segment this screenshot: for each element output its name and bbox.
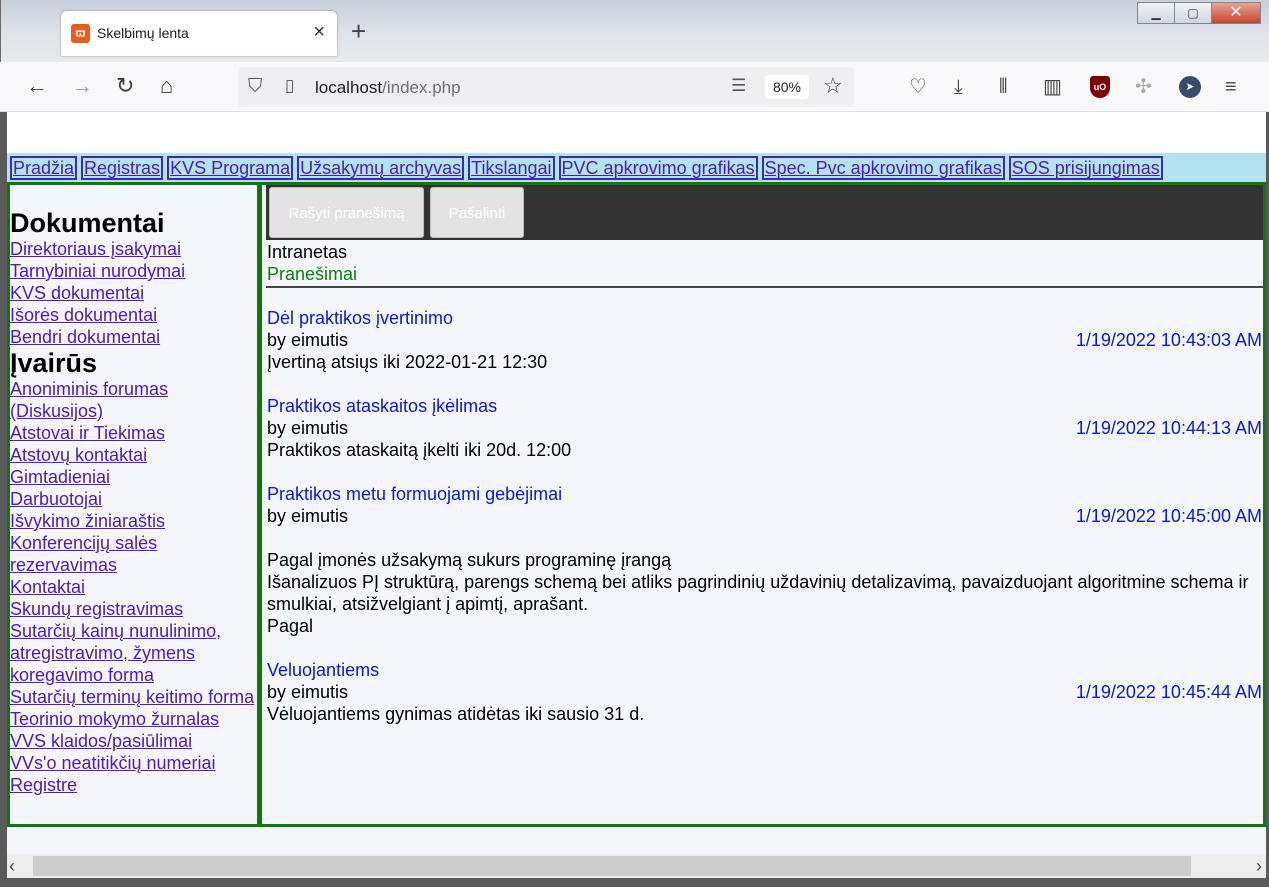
post-date: 1/19/2022 10:44:13 AM — [1075, 418, 1262, 438]
sidebar: Dokumentai Direktoriaus įsakymai Tarnybi… — [10, 185, 262, 824]
page-info-icon[interactable]: ▯ — [285, 76, 294, 96]
window-border — [0, 878, 1269, 887]
window-controls: ▁ ▢ ✕ — [1137, 2, 1261, 24]
sidebar-link-teorinio-mokymo-zurnalas[interactable]: Teorinio mokymo žurnalas — [10, 708, 257, 730]
post-title[interactable]: Praktikos metu formuojami gebėjimai — [267, 483, 1262, 505]
extension-puzzle-icon[interactable]: ✣ — [1135, 75, 1152, 99]
forward-icon[interactable]: → — [71, 74, 93, 98]
sidebar-toggle-icon[interactable]: ▥ — [1043, 75, 1062, 99]
sidebar-link-darbuotojai[interactable]: Darbuotojai — [10, 488, 257, 510]
sidebar-link-skundu-registravimas[interactable]: Skundų registravimas — [10, 598, 257, 620]
action-toolbar: Rašyti pranešimą Pašalinti — [266, 185, 1263, 240]
horizontal-scrollbar[interactable]: ‹ › — [7, 854, 1266, 878]
sidebar-link-anoniminis-forumas[interactable]: Anoniminis forumas (Diskusijos) — [10, 378, 257, 422]
post-date: 1/19/2022 10:45:44 AM — [1075, 682, 1262, 702]
breadcrumb-page: Pranešimai — [267, 264, 358, 284]
sidebar-link-kvs-dokumentai[interactable]: KVS dokumentai — [10, 282, 257, 304]
url-bar[interactable]: ⛉ ▯ localhost/index.php ☰ 80% ☆ — [238, 67, 854, 107]
sidebar-link-bendri-dokumentai[interactable]: Bendri dokumentai — [10, 326, 257, 348]
cursor-extension-icon[interactable]: ➤ — [1179, 76, 1201, 98]
sidebar-link-atstovai-ir-tiekimas[interactable]: Atstovai ir Tiekimas — [10, 422, 257, 444]
content-area: Rašyti pranešimą Pašalinti Intranetas Pr… — [266, 185, 1263, 824]
sidebar-link-sutarciu-terminu-forma[interactable]: Sutarčių terminų keitimo forma — [10, 686, 257, 708]
browser-navbar: ← → ↻ ⌂ ⛉ ▯ localhost/index.php ☰ 80% ☆ … — [0, 62, 1269, 112]
tracking-shield-icon[interactable]: ⛉ — [248, 76, 262, 98]
reader-view-icon[interactable]: ☰ — [731, 76, 746, 96]
sidebar-link-isvykimo-ziniarastis[interactable]: Išvykimo žiniaraštis — [10, 510, 257, 532]
sidebar-link-registre[interactable]: Registre — [10, 774, 257, 796]
post-item: Praktikos ataskaitos įkėlimas by eimutis… — [267, 395, 1262, 461]
xampp-favicon-icon: ϖ — [71, 24, 90, 43]
sidebar-link-gimtadieniai[interactable]: Gimtadieniai — [10, 466, 257, 488]
new-tab-icon[interactable]: + — [351, 18, 366, 44]
sidebar-link-vvs-neatitikciu-numeriai[interactable]: VVs'o neatitikčių numeriai — [10, 752, 257, 774]
main-frame: Dokumentai Direktoriaus įsakymai Tarnybi… — [7, 182, 1266, 827]
downloads-icon[interactable]: ⤓ — [954, 75, 963, 99]
page-viewport: Pradžia Registras KVS Programa Užsakymų arc… — [7, 112, 1266, 854]
nav-spec-pvc-apkrovimo-grafikas[interactable]: Spec. Pvc apkrovimo grafikas — [761, 156, 1005, 180]
nav-pvc-apkrovimo-grafikas[interactable]: PVC apkrovimo grafikas — [558, 156, 758, 180]
post-title[interactable]: Praktikos ataskaitos įkėlimas — [267, 395, 1262, 417]
close-tab-icon[interactable]: × — [313, 21, 325, 43]
browser-tab[interactable]: ϖ Skelbimų lenta × — [61, 11, 337, 56]
write-message-button[interactable]: Rašyti pranešimą — [269, 187, 424, 238]
home-icon[interactable]: ⌂ — [160, 74, 173, 98]
breadcrumb: Intranetas Pranešimai — [266, 240, 1263, 288]
minimize-icon[interactable]: ▁ — [1137, 2, 1175, 24]
url-text[interactable]: localhost/index.php — [315, 78, 461, 98]
nav-registras[interactable]: Registras — [81, 156, 164, 180]
nav-tikslangai[interactable]: Tikslangai — [468, 156, 555, 180]
post-date: 1/19/2022 10:45:00 AM — [1075, 506, 1262, 526]
zoom-level[interactable]: 80% — [765, 75, 809, 99]
nav-kvs-programa[interactable]: KVS Programa — [167, 156, 294, 180]
post-title[interactable]: Dėl praktikos įvertinimo — [267, 307, 1262, 329]
menu-hamburger-icon[interactable]: ≡ — [1225, 75, 1237, 99]
sidebar-link-isores-dokumentai[interactable]: Išorės dokumentai — [10, 304, 257, 326]
post-item: Praktikos metu formuojami gebėjimai by e… — [267, 483, 1262, 637]
ublock-origin-icon[interactable]: uO — [1090, 76, 1110, 98]
nav-pradzia[interactable]: Pradžia — [10, 156, 78, 180]
sidebar-link-vvs-klaidos[interactable]: VVS klaidos/pasiūlimai — [10, 730, 257, 752]
maximize-icon[interactable]: ▢ — [1174, 2, 1212, 24]
post-item: Dėl praktikos įvertinimo by eimutis 1/19… — [267, 307, 1262, 373]
scroll-left-icon[interactable]: ‹ — [9, 856, 15, 876]
library-icon[interactable]: ⫴ — [999, 75, 1007, 99]
page-header — [7, 112, 1266, 153]
scroll-right-icon[interactable]: › — [1256, 856, 1262, 876]
back-icon[interactable]: ← — [26, 74, 48, 98]
nav-sos-prisijungimas[interactable]: SOS prisijungimas — [1008, 156, 1163, 180]
sidebar-link-tarnybiniai-nurodymai[interactable]: Tarnybiniai nurodymai — [10, 260, 257, 282]
sidebar-heading-ivairus: Įvairūs — [10, 348, 98, 378]
top-navigation: Pradžia Registras KVS Programa Užsakymų arc… — [7, 153, 1266, 182]
browser-titlebar: ϖ Skelbimų lenta × + ▁ ▢ ✕ — [0, 0, 1269, 62]
bookmark-star-icon[interactable]: ☆ — [823, 73, 843, 99]
sidebar-heading-dokumentai: Dokumentai — [10, 208, 165, 238]
pocket-icon[interactable]: ♡ — [909, 75, 927, 99]
window-border — [0, 112, 7, 878]
nav-uzsakymu-archyvas[interactable]: Užsakymų archyvas — [297, 156, 465, 180]
reload-icon[interactable]: ↻ — [116, 74, 134, 98]
post-title[interactable]: Veluojantiems — [267, 659, 1262, 681]
post-body: Praktikos ataskaitą įkelti iki 20d. 12:0… — [267, 440, 572, 460]
sidebar-link-direktoriaus-isakymai[interactable]: Direktoriaus įsakymai — [10, 238, 257, 260]
sidebar-link-atstovu-kontaktai[interactable]: Atstovų kontaktai — [10, 444, 257, 466]
post-date: 1/19/2022 10:43:03 AM — [1075, 330, 1262, 350]
post-body: Vėluojantiems gynimas atidėtas iki sausi… — [267, 704, 645, 724]
post-body: Įvertiną atsiųs iki 2022-01-21 12:30 — [267, 352, 548, 372]
sidebar-link-sutarciu-kainu-forma[interactable]: Sutarčių kainų nunulinimo, atregistravim… — [10, 620, 257, 686]
posts-list: Dėl praktikos įvertinimo by eimutis 1/19… — [267, 307, 1262, 747]
remove-button[interactable]: Pašalinti — [430, 187, 524, 238]
post-item: Veluojantiems by eimutis 1/19/2022 10:45… — [267, 659, 1262, 725]
post-body: Pagal įmonės užsakymą sukurs programinę … — [267, 550, 1249, 636]
breadcrumb-section: Intranetas — [267, 242, 348, 262]
window-close-icon[interactable]: ✕ — [1211, 2, 1261, 24]
sidebar-link-kontaktai[interactable]: Kontaktai — [10, 576, 257, 598]
tab-title: Skelbimų lenta — [97, 25, 189, 41]
sidebar-link-konferenciju-sales[interactable]: Konferencijų salės rezervavimas — [10, 532, 257, 576]
scrollbar-thumb[interactable] — [33, 856, 1191, 876]
